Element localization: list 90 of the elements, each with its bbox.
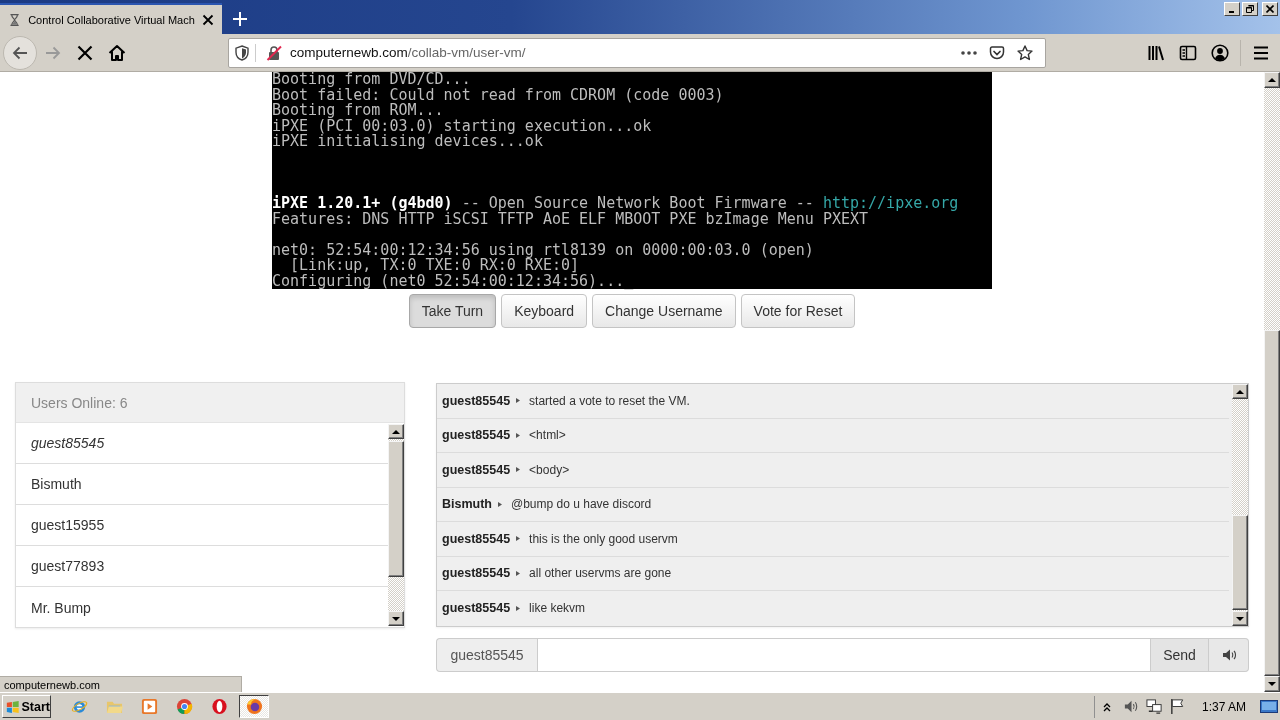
- user-list-item: Mr. Bump: [30, 598, 92, 618]
- chat-message-text: this is the only good uservm: [529, 531, 678, 546]
- library-icon: [1147, 43, 1165, 62]
- fox-globe-icon: [245, 698, 263, 715]
- close-icon: [1266, 5, 1274, 13]
- chat-username: guest85545: [442, 393, 511, 408]
- terminal-line: iPXE initialising devices...ok: [272, 134, 543, 150]
- caret-icon: [516, 467, 521, 473]
- chat-username: guest85545: [442, 601, 511, 616]
- caret-icon: [516, 398, 521, 404]
- home-icon: [108, 43, 126, 62]
- pinwheel-circle-icon[interactable]: [176, 698, 193, 715]
- terminal-line: Features: DNS HTTP iSCSI TFTP AoE ELF MBOOT PXE bzImage Menu PXEXT: [272, 211, 869, 227]
- vm-control-button[interactable]: Change Username: [592, 294, 736, 328]
- windows-flag-icon: [6, 698, 20, 715]
- send-button[interactable]: Send: [1151, 638, 1209, 672]
- start-button[interactable]: Start: [2, 695, 51, 718]
- terminal-line: iPXE (PCI 00:03.0) starting execution...ok: [272, 118, 652, 134]
- arrow-right-icon: [45, 44, 61, 61]
- close-icon: [202, 13, 215, 26]
- speaker-icon: [1221, 648, 1236, 662]
- user-list-item: guest85545: [16, 423, 388, 464]
- shield-icon: [234, 44, 250, 61]
- user-list-item: Bismuth: [16, 464, 388, 505]
- restore-icon: [1246, 5, 1254, 13]
- chevron-shield-icon: [989, 44, 1005, 61]
- vm-control-button[interactable]: Take Turn: [408, 294, 497, 328]
- caret-icon: [516, 536, 521, 542]
- scrollbar[interactable]: [388, 424, 404, 626]
- terminal-line: Boot failed: Could not read from CDROM (code 0003): [272, 87, 724, 103]
- chat-username: guest85545: [442, 566, 511, 581]
- chat-message-text: <body>: [529, 462, 570, 477]
- arrow-left-icon: [12, 44, 28, 61]
- taskbar-window-button[interactable]: [239, 695, 269, 718]
- username-label: guest85545: [436, 638, 537, 672]
- caret-icon: [516, 570, 521, 576]
- address-url: computernewb.com/collab-vm/user-vm/: [290, 45, 526, 60]
- close-window-button[interactable]: [1262, 2, 1278, 16]
- chat-message-text: @bump do u have discord: [511, 497, 652, 512]
- chat-message-text: like kekvm: [529, 601, 586, 616]
- chat-message-text: <html>: [529, 428, 566, 443]
- scrollbar[interactable]: [1232, 384, 1248, 626]
- sound-button[interactable]: [1209, 638, 1249, 672]
- back-button[interactable]: [3, 35, 37, 70]
- account-icon: [1211, 43, 1229, 62]
- close-icon: [77, 44, 93, 61]
- chat-username: guest85545: [442, 531, 511, 546]
- star-icon: [1017, 44, 1033, 61]
- chat-username: Bismuth: [442, 497, 492, 512]
- chat-username: guest85545: [442, 428, 511, 443]
- speaker-icon[interactable]: [1122, 698, 1140, 715]
- users-online-header: Users Online: 6: [16, 383, 404, 423]
- minimize-button[interactable]: [1224, 2, 1240, 16]
- e-logo-icon[interactable]: [71, 698, 88, 715]
- hourglass-icon: [8, 11, 22, 28]
- terminal-line: iPXE 1.20.1+ (g4bd0) -- Open Source Network Boot Firmware -- http://ipxe.org: [272, 196, 959, 212]
- status-url: computernewb.com: [0, 676, 242, 692]
- more-dots-icon: [961, 50, 977, 55]
- terminal-line: [Link:up, TX:0 TXE:0 RX:0 RXE:0]: [290, 258, 580, 274]
- clock[interactable]: 1:37 AM: [1201, 699, 1246, 714]
- chat-username: guest85545: [442, 462, 511, 477]
- chat-message-text: started a vote to reset the VM.: [529, 393, 690, 408]
- crossed-lock-icon: [266, 44, 282, 61]
- terminal-line: Configuring (net0 52:54:00:12:34:56)..._: [272, 273, 634, 289]
- o-ring-icon[interactable]: [211, 698, 228, 715]
- tab-title: Control Collaborative Virtual Mach: [28, 13, 195, 26]
- browser-tab[interactable]: Control Collaborative Virtual Mach: [0, 3, 222, 34]
- network-icon[interactable]: [1145, 698, 1163, 715]
- user-list-item: guest15955: [16, 505, 388, 546]
- terminal-line: Booting from DVD/CD...: [272, 72, 471, 88]
- chat-message-text: all other uservms are gone: [529, 566, 672, 581]
- address-bar[interactable]: computernewb.com/collab-vm/user-vm/: [228, 37, 1046, 68]
- sidebar-icon: [1179, 43, 1197, 62]
- page-scrollbar[interactable]: [1264, 72, 1280, 692]
- terminal-line: Booting from ROM...: [272, 103, 444, 119]
- terminal-line: net0: 52:54:00:12:34:56 using rtl8139 on 0000:00:03.0 (open): [272, 242, 814, 258]
- play-tile-icon[interactable]: [141, 698, 158, 715]
- chat-input[interactable]: [537, 638, 1151, 672]
- user-list-item: guest77893: [16, 546, 388, 587]
- plus-icon: [233, 12, 247, 26]
- flag-icon[interactable]: [1168, 698, 1186, 715]
- vm-screen[interactable]: [272, 72, 992, 289]
- vm-control-button[interactable]: Vote for Reset: [740, 294, 856, 328]
- restore-button[interactable]: [1242, 2, 1258, 16]
- vm-control-button[interactable]: Keyboard: [501, 294, 588, 328]
- chevron-up-icon[interactable]: [1102, 701, 1111, 712]
- desktop-icon[interactable]: [1260, 699, 1278, 714]
- caret-icon: [516, 432, 521, 438]
- caret-icon: [516, 605, 521, 611]
- caret-icon: [498, 501, 502, 507]
